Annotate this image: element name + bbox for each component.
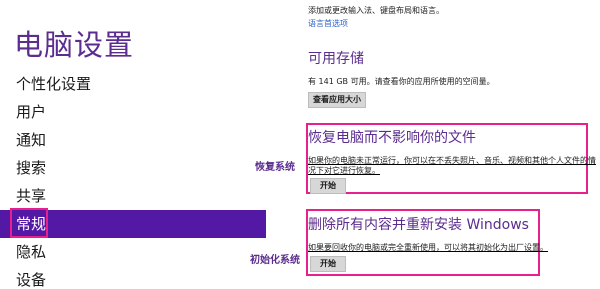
- refresh-start-button[interactable]: 开始: [310, 178, 346, 194]
- nav-item-notifications[interactable]: 通知: [0, 126, 266, 154]
- storage-title: 可用存储: [308, 51, 364, 67]
- nav-item-personalize[interactable]: 个性化设置: [0, 70, 266, 98]
- storage-description: 有 141 GB 可用。请查看你的应用所使用的空间量。: [308, 77, 495, 86]
- selection-highlight-box: [10, 208, 48, 238]
- language-description: 添加或更改输入法、键盘布局和语言。: [308, 6, 444, 15]
- nav-item-users[interactable]: 用户: [0, 98, 266, 126]
- language-preferences-link[interactable]: 语言首选项: [308, 18, 348, 29]
- settings-content: 添加或更改输入法、键盘布局和语言。 语言首选项 可用存储 有 141 GB 可用…: [306, 0, 600, 289]
- nav-item-general[interactable]: 常规: [0, 208, 266, 238]
- nav-item-share[interactable]: 共享: [0, 182, 266, 210]
- restore-system-label: 恢复系统: [255, 162, 295, 173]
- refresh-title: 恢复电脑而不影响你的文件: [308, 130, 476, 146]
- reset-description: 如果要回收你的电脑或完全重新使用，可以将其初始化为出厂设置。: [308, 243, 548, 252]
- reset-title: 删除所有内容并重新安装 Windows: [308, 217, 529, 233]
- page-title: 电脑设置: [14, 28, 135, 62]
- reset-start-button[interactable]: 开始: [310, 256, 346, 272]
- refresh-description-line2: 况下对它进行恢复。: [308, 166, 380, 175]
- nav-item-search[interactable]: 搜索: [0, 154, 266, 182]
- nav-item-privacy[interactable]: 隐私: [0, 238, 266, 266]
- reset-system-label: 初始化系统: [250, 255, 300, 266]
- view-app-sizes-button[interactable]: 查看应用大小: [308, 92, 366, 108]
- nav-item-devices[interactable]: 设备: [0, 266, 266, 289]
